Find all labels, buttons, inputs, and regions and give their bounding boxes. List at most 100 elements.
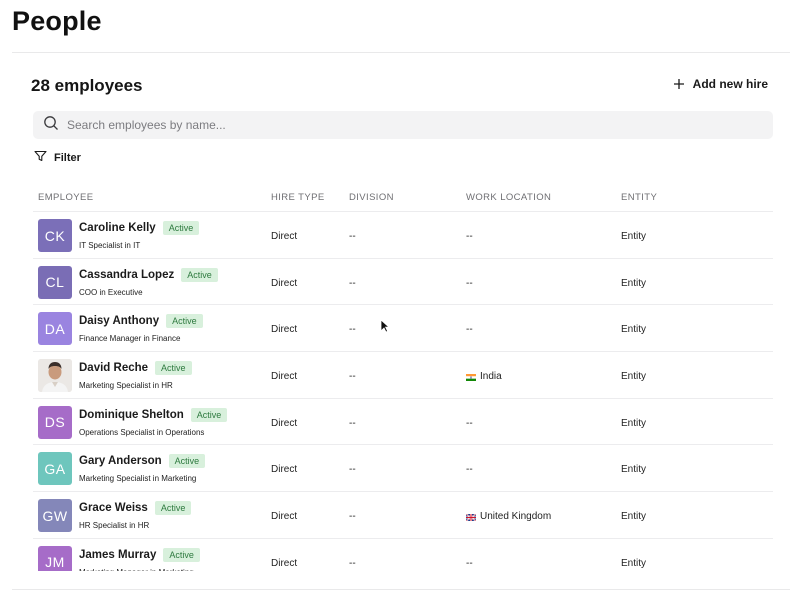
- division-cell: --: [349, 557, 356, 569]
- search-icon: [43, 115, 59, 136]
- employee-role: Marketing Manager in Marketing: [79, 568, 194, 571]
- search-input[interactable]: [67, 118, 747, 132]
- employee-name-line: James Murray Active: [79, 547, 200, 562]
- work-location-text: --: [466, 277, 473, 289]
- column-header-division[interactable]: DIVISION: [349, 192, 394, 203]
- division-cell: --: [349, 417, 356, 429]
- employee-name-line: Grace Weiss Active: [79, 501, 192, 516]
- work-location-cell: India: [466, 371, 502, 382]
- work-location-text: --: [466, 464, 473, 476]
- employees-table: EMPLOYEE HIRE TYPE DIVISION WORK LOCATIO…: [33, 184, 773, 571]
- avatar: CK: [38, 219, 72, 252]
- entity-cell: Entity: [621, 417, 647, 429]
- column-header-employee[interactable]: EMPLOYEE: [38, 192, 93, 203]
- work-location-cell: --: [466, 324, 473, 335]
- avatar: CL: [38, 265, 72, 299]
- column-header-entity[interactable]: ENTITY: [621, 192, 657, 203]
- status-badge: Active: [166, 314, 203, 329]
- employee-count-heading: 28 employees: [31, 76, 143, 95]
- footer-divider: [12, 589, 790, 590]
- employee-name-line: Caroline Kelly Active: [79, 221, 200, 235]
- table-body: CK Caroline Kelly Active IT Specialist i…: [33, 212, 773, 571]
- division-cell: --: [349, 511, 356, 523]
- search-bar[interactable]: [33, 111, 773, 139]
- avatar: GW: [38, 499, 72, 533]
- status-badge: Active: [163, 547, 200, 562]
- status-badge: Active: [155, 361, 192, 376]
- entity-cell: Entity: [621, 511, 647, 523]
- division-cell: --: [349, 231, 356, 242]
- table-row[interactable]: GW Grace Weiss Active HR Specialist in H…: [33, 492, 773, 539]
- table-row[interactable]: GA Gary Anderson Active Marketing Specia…: [33, 445, 773, 493]
- table-row[interactable]: JM James Murray Active Marketing Manager…: [33, 539, 773, 571]
- employee-name-line: David Reche Active: [79, 361, 192, 376]
- filter-label: Filter: [54, 151, 81, 164]
- entity-cell: Entity: [621, 371, 647, 383]
- avatar: GA: [38, 452, 72, 486]
- work-location-text: --: [466, 557, 473, 569]
- entity-cell: Entity: [621, 324, 647, 336]
- employee-name[interactable]: Gary Anderson: [79, 455, 162, 467]
- employee-role: COO in Executive: [79, 287, 143, 297]
- work-location-text: --: [466, 417, 473, 429]
- india-flag-icon: [466, 373, 476, 382]
- employee-name[interactable]: Daisy Anthony: [79, 315, 159, 327]
- work-location-cell: --: [466, 558, 473, 569]
- employee-name-line: Daisy Anthony Active: [79, 314, 203, 329]
- hire-type-cell: Direct: [271, 557, 298, 569]
- table-row[interactable]: David Reche Active Marketing Specialist …: [33, 352, 773, 399]
- hire-type-cell: Direct: [271, 324, 298, 336]
- table-header: EMPLOYEE HIRE TYPE DIVISION WORK LOCATIO…: [33, 184, 773, 212]
- work-location-text: --: [466, 324, 473, 336]
- employee-name[interactable]: David Reche: [79, 362, 148, 374]
- hire-type-cell: Direct: [271, 511, 298, 523]
- table-row[interactable]: CL Cassandra Lopez Active COO in Executi…: [33, 259, 773, 306]
- table-row[interactable]: DA Daisy Anthony Active Finance Manager …: [33, 305, 773, 353]
- employee-name[interactable]: Caroline Kelly: [79, 222, 156, 234]
- work-location-cell: --: [466, 231, 473, 242]
- page-title: People: [12, 6, 102, 36]
- work-location-text: --: [466, 231, 473, 242]
- avatar: DA: [38, 312, 72, 346]
- work-location-cell: --: [466, 418, 473, 429]
- work-location-cell: United Kingdom: [465, 511, 552, 523]
- avatar: [38, 359, 72, 393]
- uk-flag-icon: [465, 513, 477, 522]
- division-cell: --: [349, 277, 356, 289]
- employee-role: IT Specialist in IT: [79, 241, 141, 250]
- employee-name-line: Cassandra Lopez Active: [79, 267, 218, 282]
- column-header-hire-type[interactable]: HIRE TYPE: [271, 192, 325, 203]
- work-location-cell: --: [466, 278, 473, 289]
- hire-type-cell: Direct: [271, 464, 298, 476]
- status-badge: Active: [181, 267, 218, 282]
- employee-role: Marketing Specialist in HR: [79, 381, 173, 391]
- employee-role: Operations Specialist in Operations: [79, 427, 205, 437]
- employee-role: HR Specialist in HR: [79, 521, 150, 531]
- entity-cell: Entity: [621, 464, 647, 476]
- status-badge: Active: [190, 407, 228, 422]
- add-new-hire-button[interactable]: Add new hire: [673, 77, 768, 91]
- table-row[interactable]: CK Caroline Kelly Active IT Specialist i…: [33, 212, 773, 259]
- entity-cell: Entity: [621, 557, 647, 569]
- avatar: DS: [38, 405, 72, 439]
- table-row[interactable]: DS Dominique Shelton Active Operations S…: [33, 399, 773, 446]
- division-cell: --: [349, 324, 356, 336]
- employee-role: Finance Manager in Finance: [79, 334, 181, 344]
- employee-role: Marketing Specialist in Marketing: [79, 474, 197, 484]
- employee-name[interactable]: Grace Weiss: [79, 502, 148, 514]
- employee-name-line: Dominique Shelton Active: [79, 407, 228, 422]
- employee-name[interactable]: Dominique Shelton: [79, 409, 184, 421]
- division-cell: --: [349, 464, 356, 476]
- hire-type-cell: Direct: [271, 277, 298, 289]
- employee-name[interactable]: Cassandra Lopez: [79, 269, 174, 281]
- column-header-work-location[interactable]: WORK LOCATION: [466, 192, 551, 203]
- hire-type-cell: Direct: [271, 417, 298, 429]
- work-location-text: United Kingdom: [480, 511, 552, 523]
- mouse-cursor-icon: [380, 319, 391, 338]
- work-location-text: India: [480, 371, 502, 383]
- employee-name[interactable]: James Murray: [79, 549, 156, 561]
- filter-icon: [34, 150, 47, 165]
- filter-button[interactable]: Filter: [34, 150, 81, 165]
- header-divider: [12, 52, 790, 53]
- status-badge: Active: [168, 454, 206, 469]
